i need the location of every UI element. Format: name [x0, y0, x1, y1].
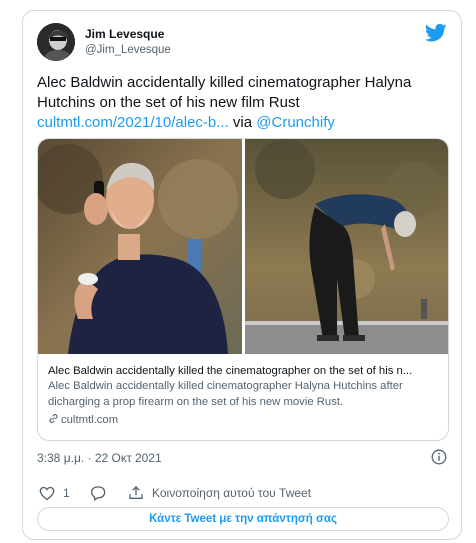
preview-image-left: [38, 139, 242, 354]
tweet-embed-card: Jim Levesque @Jim_Levesque Alec Baldwin …: [22, 10, 462, 540]
tweet-body: Alec Baldwin accidentally killed cinemat…: [37, 74, 412, 111]
heart-icon: [39, 486, 55, 500]
share-button[interactable]: Κοινοποίηση αυτού του Tweet: [128, 483, 311, 503]
preview-title: Alec Baldwin accidentally killed the cin…: [48, 365, 413, 377]
preview-images[interactable]: [38, 139, 448, 354]
preview-text[interactable]: Alec Baldwin accidentally killed the cin…: [48, 363, 443, 428]
tweet-text: Alec Baldwin accidentally killed cinemat…: [37, 73, 449, 133]
link-preview-card[interactable]: Alec Baldwin accidentally killed the cin…: [37, 138, 449, 441]
tweet-timestamp[interactable]: 3:38 μ.μ. · 22 Οκτ 2021: [37, 451, 162, 465]
author-handle[interactable]: @Jim_Levesque: [85, 44, 171, 56]
preview-domain-text: cultmtl.com: [61, 414, 119, 426]
link-icon: [49, 414, 58, 423]
like-button[interactable]: 1: [39, 483, 70, 503]
avatar[interactable]: [37, 23, 75, 61]
info-icon[interactable]: [431, 449, 447, 465]
via-text: via: [228, 114, 257, 131]
reply-action-button[interactable]: [90, 483, 114, 503]
share-label: Κοινοποίηση αυτού του Tweet: [152, 486, 312, 500]
preview-domain: cultmtl.com: [48, 413, 443, 428]
reply-icon: [91, 486, 106, 501]
mention-link[interactable]: @Crunchify: [256, 114, 335, 131]
preview-description: Alec Baldwin accidentally killed cinemat…: [48, 380, 403, 408]
tweet-header: Jim Levesque @Jim_Levesque: [37, 23, 447, 63]
share-icon: [129, 486, 143, 499]
like-count: 1: [63, 486, 70, 500]
preview-image-right: [245, 139, 448, 354]
author-name[interactable]: Jim Levesque: [85, 27, 164, 41]
tweet-reply-button[interactable]: Κάντε Tweet με την απάντησή σας: [37, 507, 449, 531]
twitter-bird-icon[interactable]: [425, 23, 447, 43]
tweet-link[interactable]: cultmtl.com/2021/10/alec-b...: [37, 114, 229, 131]
tweet-actions: 1 Κοινοποίηση αυτού του Tweet: [37, 483, 449, 505]
